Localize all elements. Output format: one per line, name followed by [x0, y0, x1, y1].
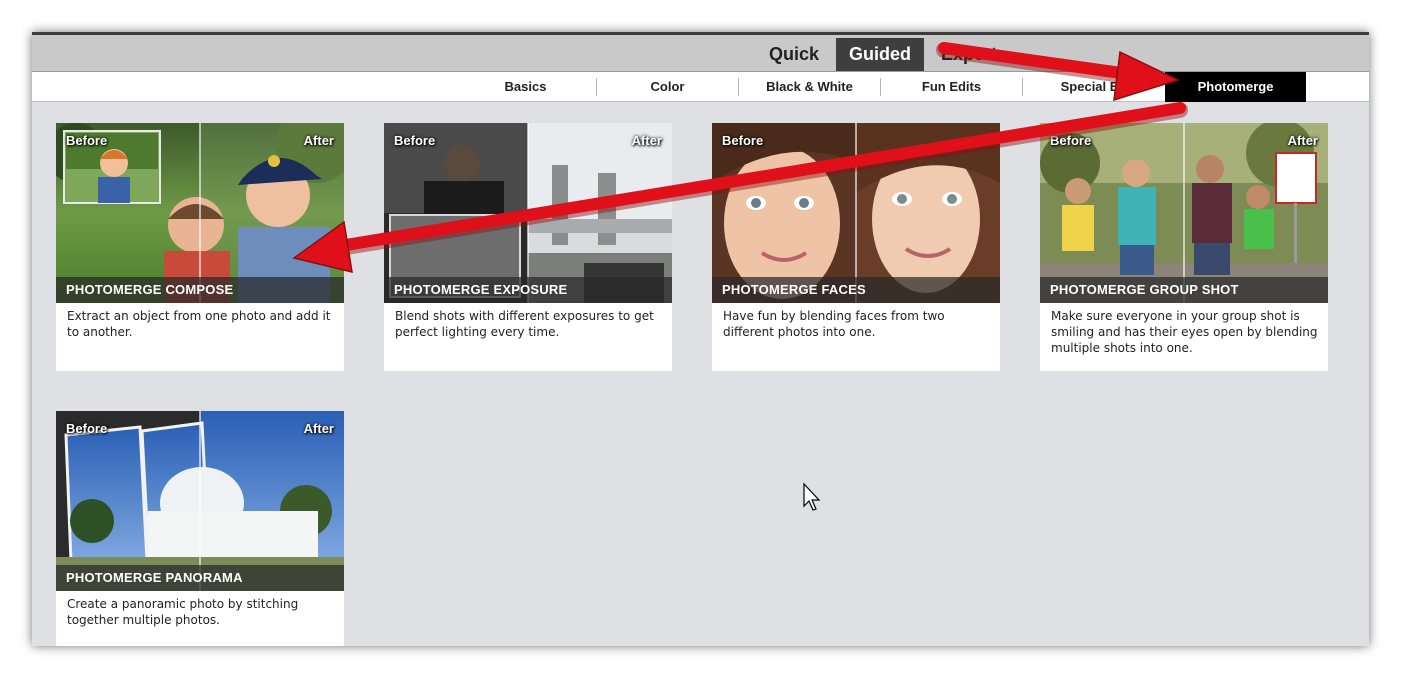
- card-description: Blend shots with different exposures to …: [395, 309, 654, 339]
- card-description: Create a panoramic photo by stitching to…: [67, 597, 299, 627]
- card-description: Make sure everyone in your group shot is…: [1051, 309, 1318, 355]
- before-label: Before: [722, 133, 764, 148]
- photomerge-compose-card[interactable]: Before After PHOTOMERGE COMPOSE Extract …: [56, 123, 344, 371]
- after-label: After: [303, 421, 334, 436]
- card-title: PHOTOMERGE COMPOSE: [56, 277, 344, 303]
- tab-color[interactable]: Color: [597, 72, 738, 102]
- faces-thumbnail: Before PHOTOMERGE FACES: [712, 123, 1000, 303]
- tab-photomerge[interactable]: Photomerge: [1165, 72, 1306, 102]
- before-label: Before: [66, 133, 108, 148]
- guided-category-tabs: Basics Color Black & White Fun Edits Spe…: [32, 71, 1369, 102]
- mode-tab-quick[interactable]: Quick: [754, 38, 834, 71]
- photomerge-faces-card[interactable]: Before PHOTOMERGE FACES Have fun by blen…: [712, 123, 1000, 371]
- exposure-thumbnail: Before After PHOTOMERGE EXPOSURE: [384, 123, 672, 303]
- photomerge-panorama-card[interactable]: Before After PHOTOMERGE PANORAMA Create …: [56, 411, 344, 646]
- before-label: Before: [66, 421, 108, 436]
- card-title: PHOTOMERGE EXPOSURE: [384, 277, 672, 303]
- tab-fun-edits[interactable]: Fun Edits: [881, 72, 1022, 102]
- card-description: Have fun by blending faces from two diff…: [723, 309, 945, 339]
- card-title: PHOTOMERGE FACES: [712, 277, 1000, 303]
- mode-bar: Quick Guided Expert: [32, 32, 1369, 71]
- card-description: Extract an object from one photo and add…: [67, 309, 331, 339]
- after-label: After: [1287, 133, 1318, 148]
- photomerge-group-shot-card[interactable]: Before After PHOTOMERGE GROUP SHOT Make …: [1040, 123, 1328, 371]
- mode-tab-guided[interactable]: Guided: [836, 38, 924, 71]
- tab-black-and-white[interactable]: Black & White: [739, 72, 880, 102]
- photomerge-exposure-card[interactable]: Before After PHOTOMERGE EXPOSURE Blend s…: [384, 123, 672, 371]
- panorama-thumbnail: Before After PHOTOMERGE PANORAMA: [56, 411, 344, 591]
- group-shot-thumbnail: Before After PHOTOMERGE GROUP SHOT: [1040, 123, 1328, 303]
- after-label: After: [303, 133, 334, 148]
- after-label: After: [631, 133, 662, 148]
- card-title: PHOTOMERGE GROUP SHOT: [1040, 277, 1328, 303]
- guided-mode-window: Quick Guided Expert Basics Color Black &…: [32, 32, 1369, 646]
- tab-basics[interactable]: Basics: [455, 72, 596, 102]
- compose-thumbnail: Before After PHOTOMERGE COMPOSE: [56, 123, 344, 303]
- mode-tab-expert[interactable]: Expert: [926, 38, 1012, 71]
- before-label: Before: [394, 133, 436, 148]
- card-title: PHOTOMERGE PANORAMA: [56, 565, 344, 591]
- before-label: Before: [1050, 133, 1092, 148]
- tab-special-edits[interactable]: Special Ed: [1023, 72, 1164, 102]
